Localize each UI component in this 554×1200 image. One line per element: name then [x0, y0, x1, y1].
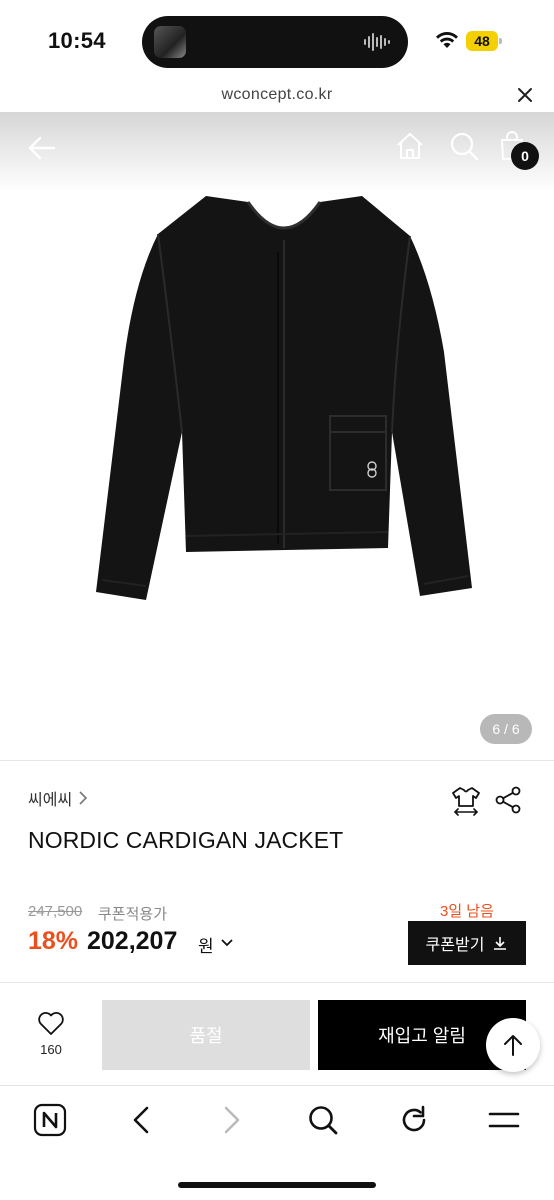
search-icon: [309, 1106, 338, 1135]
battery-level: 48: [466, 31, 498, 51]
home-icon[interactable]: [394, 130, 426, 162]
status-bar: 10:54 48: [0, 0, 554, 80]
currency-label: 원: [198, 937, 214, 956]
home-indicator[interactable]: [178, 1182, 376, 1188]
coupon-download-button[interactable]: 쿠폰받기: [408, 921, 526, 965]
clock: 10:54: [48, 28, 106, 53]
refresh-icon: [402, 1105, 426, 1132]
scroll-top-button[interactable]: [486, 1018, 540, 1072]
battery-icon: 48: [466, 31, 502, 51]
wifi-icon: [436, 32, 458, 48]
coupon-price-label: 쿠폰적용가: [98, 906, 168, 923]
coupon-button-label: 쿠폰받기: [425, 937, 485, 954]
audio-wave-icon: [364, 33, 392, 51]
url-bar[interactable]: wconcept.co.kr: [0, 80, 554, 112]
arrow-up-icon: [504, 1035, 522, 1056]
cart-count-badge: 0: [511, 142, 539, 170]
heart-icon: [38, 1012, 64, 1035]
discount-rate: 18%: [28, 927, 79, 955]
back-arrow-icon[interactable]: [26, 132, 58, 164]
dynamic-island[interactable]: [142, 16, 408, 68]
gallery-page-indicator: 6 / 6: [480, 714, 532, 744]
naver-n-icon: [33, 1103, 67, 1137]
browser-menu-button[interactable]: [486, 1102, 522, 1138]
close-icon[interactable]: [516, 86, 534, 104]
chevron-right-icon: [224, 1106, 240, 1134]
browser-forward-button[interactable]: [214, 1102, 250, 1138]
menu-icon: [488, 1112, 520, 1128]
chevron-down-icon[interactable]: [220, 936, 234, 950]
album-art-icon: [154, 26, 186, 58]
product-image[interactable]: [88, 192, 480, 602]
browser-back-button[interactable]: [123, 1102, 159, 1138]
size-guide-icon[interactable]: [450, 784, 482, 816]
download-icon: [494, 937, 507, 950]
divider: [0, 760, 554, 761]
browser-toolbar: [0, 1085, 554, 1200]
url-text[interactable]: wconcept.co.kr: [0, 86, 554, 104]
original-price: 247,500: [28, 903, 83, 920]
divider: [0, 982, 554, 983]
product-gallery[interactable]: 0 6 / 6: [0, 112, 554, 760]
sale-price: 202,207: [87, 927, 178, 955]
days-left-badge: 3일 남음: [440, 903, 494, 920]
share-icon[interactable]: [494, 786, 522, 814]
brand-name: 씨에씨: [28, 792, 73, 809]
like-button[interactable]: 160: [24, 1010, 78, 1070]
product-title: NORDIC CARDIGAN JACKET: [28, 827, 344, 853]
browser-refresh-button[interactable]: [396, 1102, 432, 1138]
brand-link[interactable]: 씨에씨: [28, 786, 90, 810]
like-count: 160: [40, 1042, 62, 1057]
naver-home-button[interactable]: [32, 1102, 68, 1138]
chevron-left-icon: [133, 1106, 149, 1134]
soldout-button[interactable]: 품절: [102, 1000, 310, 1070]
browser-search-button[interactable]: [305, 1102, 341, 1138]
chevron-right-icon: [79, 791, 88, 805]
search-icon[interactable]: [448, 130, 480, 162]
